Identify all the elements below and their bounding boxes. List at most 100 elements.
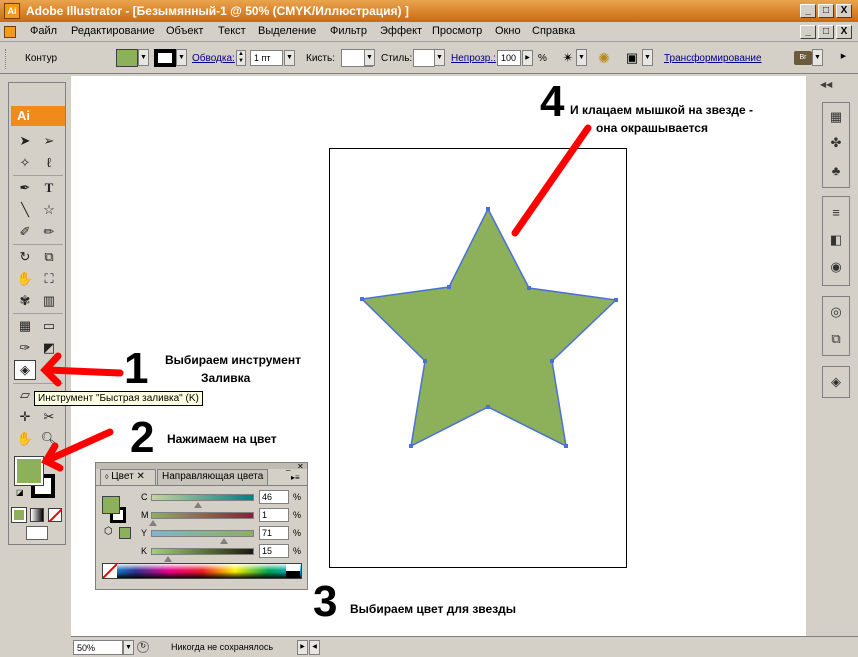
minimize-button[interactable]: _ [800,4,816,18]
selection-tool-icon[interactable]: ➤ [14,131,36,151]
magic-wand-tool-icon[interactable]: ✧ [14,153,36,173]
spectrum-black-swatch[interactable] [286,571,300,578]
color-mode-button[interactable] [11,507,27,523]
opacity-dropdown[interactable]: ▶ [522,50,533,66]
gradient-tool-icon[interactable]: ▭ [38,316,60,336]
out-of-gamut-icon[interactable]: ⬡ [104,526,113,537]
panel-fill-box[interactable] [102,496,120,514]
default-colors-icon[interactable]: ◪ [16,488,24,497]
slider-k-field[interactable]: 15 [259,544,289,558]
fill-swatch[interactable] [116,49,138,67]
align-icon[interactable]: ▣ [624,49,640,67]
slice-tool-icon[interactable]: ✛ [14,407,36,427]
menu-type[interactable]: Текст [218,25,246,37]
style-dropdown[interactable]: ▼ [434,49,445,66]
align-dropdown[interactable]: ▼ [642,49,653,66]
scale-tool-icon[interactable]: ⧉ [38,247,60,267]
symbol-sprayer-tool-icon[interactable]: ✾ [14,291,36,311]
warp-tool-icon[interactable]: ✋ [14,269,36,289]
menu-window[interactable]: Окно [495,25,521,37]
gradient-panel-icon[interactable]: ◧ [826,230,846,250]
zoom-dropdown[interactable]: ▼ [123,640,134,655]
hand-tool-icon[interactable]: ✋ [14,429,36,449]
slider-c-bar[interactable] [151,494,254,501]
pen-tool-icon[interactable]: ✒ [14,178,36,198]
spectrum-white-swatch[interactable] [286,564,300,571]
menu-help[interactable]: Справка [532,25,575,37]
none-mode-button[interactable] [48,508,62,522]
slider-c-thumb[interactable] [194,502,202,508]
isolate-icon[interactable]: ✺ [595,49,613,67]
stroke-dropdown[interactable]: ▼ [176,49,187,66]
panel-menu-icon[interactable]: ▸≡ [291,473,300,482]
zoom-tool-icon[interactable]: 🔍︎ [38,429,60,449]
gamut-swatch[interactable] [119,527,131,539]
slider-k-thumb[interactable] [164,556,172,562]
brush-dropdown[interactable]: ▼ [364,49,375,66]
recolor-dropdown[interactable]: ▼ [576,49,587,66]
stroke-weight-dropdown[interactable]: ▼ [284,50,295,66]
slider-y-field[interactable]: 71 [259,526,289,540]
bridge-icon[interactable]: Br [794,51,812,65]
zoom-field[interactable]: 50% [73,640,123,655]
star-tool-icon[interactable]: ☆ [38,200,60,220]
slider-c-field[interactable]: 46 [259,490,289,504]
graphic-styles-panel-icon[interactable]: ⧉ [826,329,846,349]
bridge-dropdown[interactable]: ▼ [812,49,823,66]
menu-edit[interactable]: Редактирование [71,25,155,37]
stroke-swatch[interactable] [154,49,176,67]
panel-menu-icon[interactable]: ▶ [838,49,849,66]
menu-effect[interactable]: Эффект [380,25,422,37]
menu-select[interactable]: Выделение [258,25,316,37]
scroll-left-button[interactable]: ◀ [309,640,320,655]
pencil-tool-icon[interactable]: ✏ [38,222,60,242]
color-spectrum-bar[interactable] [102,563,302,579]
restore-button[interactable]: □ [818,4,834,18]
slider-m-bar[interactable] [151,512,254,519]
opacity-link[interactable]: Непрозр.: [451,53,496,64]
direct-selection-tool-icon[interactable]: ➢ [38,131,60,151]
tab-color-guide[interactable]: Направляющая цвета [157,469,269,485]
slider-y-thumb[interactable] [220,538,228,544]
live-paint-bucket-tool-icon[interactable]: ◈ [14,360,36,380]
close-button[interactable]: X [836,4,852,18]
doc-minimize-button[interactable]: _ [800,25,816,39]
screen-mode-button[interactable] [26,526,48,540]
appearance-panel-icon[interactable]: ◎ [826,302,846,322]
menu-view[interactable]: Просмотр [432,25,482,37]
blend-tool-icon[interactable]: ◩ [38,338,60,358]
stroke-panel-icon[interactable]: ≡ [826,203,846,223]
free-transform-tool-icon[interactable]: ⛶ [38,269,60,289]
mesh-tool-icon[interactable]: ▦ [14,316,36,336]
paintbrush-tool-icon[interactable]: ✐ [14,222,36,242]
slider-m-thumb[interactable] [149,520,157,526]
menu-object[interactable]: Объект [166,25,203,37]
panel-close-icon[interactable]: ✕ [297,462,304,471]
slider-y-bar[interactable] [151,530,254,537]
menu-file[interactable]: Файл [30,25,57,37]
tab-close-icon[interactable]: ✕ [136,471,144,482]
eyedropper-tool-icon[interactable]: ✑ [14,338,36,358]
doc-close-button[interactable]: X [836,25,852,39]
layers-panel-icon[interactable]: ◈ [826,372,846,392]
slider-m-field[interactable]: 1 [259,508,289,522]
doc-restore-button[interactable]: □ [818,25,834,39]
gradient-mode-button[interactable] [30,508,44,522]
tab-color[interactable]: ◊ Цвет ✕ [100,469,156,485]
stroke-weight-field[interactable]: 1 пт [250,50,283,66]
spectrum-none-icon[interactable] [103,564,117,578]
status-menu-button[interactable]: ▶ [297,640,308,655]
stroke-link[interactable]: Обводка: [192,53,235,64]
type-tool-icon[interactable]: T [38,178,60,198]
style-field[interactable] [413,49,435,67]
eraser-tool-icon[interactable]: ▱ [14,385,36,405]
transform-link[interactable]: Трансформирование [664,53,762,64]
opacity-field[interactable]: 100 [497,50,521,66]
status-icon[interactable]: ↻ [137,641,149,653]
swatches-panel-icon[interactable]: ▦ [826,107,846,127]
lasso-tool-icon[interactable]: ℓ [38,153,60,173]
recolor-icon[interactable]: ✴ [560,49,576,67]
panel-minimize-icon[interactable]: _ [286,462,290,471]
menu-filter[interactable]: Фильтр [330,25,367,37]
expand-panels-icon[interactable]: ◀◀ [820,80,832,89]
